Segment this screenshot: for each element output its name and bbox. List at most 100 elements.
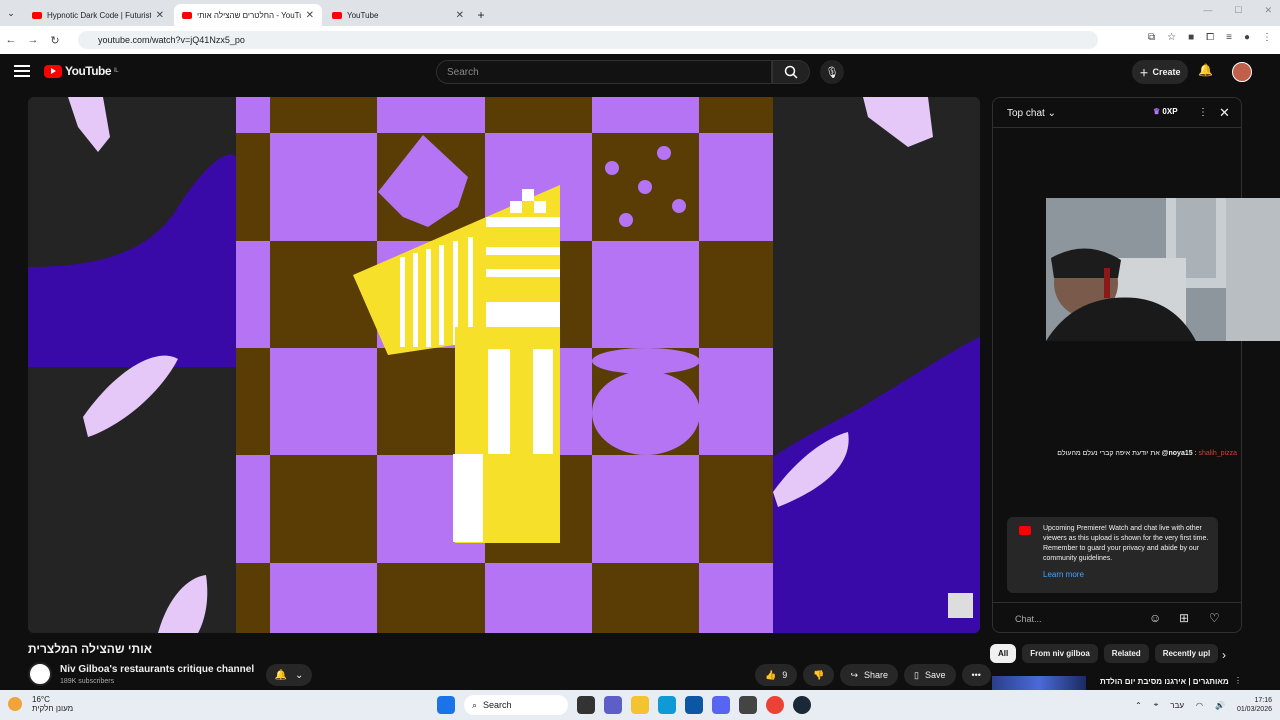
channel-watermark[interactable] bbox=[948, 593, 973, 618]
cast-icon[interactable]: ⧉ bbox=[1148, 32, 1155, 43]
create-button[interactable]: ＋ Create bbox=[1132, 60, 1188, 84]
chat-input[interactable]: Chat... bbox=[1015, 614, 1042, 624]
related-video-thumbnail[interactable] bbox=[992, 676, 1086, 690]
video-player[interactable] bbox=[28, 97, 980, 633]
plus-icon: ＋ bbox=[1139, 67, 1149, 78]
channel-avatar[interactable] bbox=[28, 662, 52, 686]
search-button[interactable] bbox=[772, 60, 810, 84]
close-tab-icon[interactable]: ✕ bbox=[156, 10, 164, 21]
more-actions-button[interactable]: ••• bbox=[961, 664, 991, 686]
dislike-button[interactable]: 👎 bbox=[803, 664, 835, 686]
youtube-favicon-icon bbox=[182, 11, 192, 19]
reload-icon[interactable]: ↻ bbox=[44, 34, 66, 47]
forward-icon[interactable]: → bbox=[22, 34, 44, 46]
checker-cell bbox=[485, 97, 592, 133]
chat-mode-dropdown[interactable]: Top chat ⌄ bbox=[1007, 108, 1056, 119]
thumbs-up-icon: 👍 bbox=[765, 669, 777, 680]
super-chat-icon[interactable]: ⊞ bbox=[1179, 611, 1189, 625]
media-icon[interactable]: ≡ bbox=[1226, 32, 1232, 43]
checker-cell bbox=[270, 348, 377, 455]
tab-title: החלטרים שהצילה אותי - YouTube bbox=[197, 10, 301, 20]
tab-search-button[interactable]: ⌄ bbox=[0, 0, 22, 26]
discord-icon[interactable] bbox=[712, 696, 730, 714]
clock[interactable]: 17:16 01/03/2026 bbox=[1237, 696, 1272, 714]
bookmark-star-icon[interactable]: ☆ bbox=[1167, 32, 1176, 43]
windows-start-icon[interactable] bbox=[437, 696, 455, 714]
file-explorer-icon[interactable] bbox=[631, 696, 649, 714]
volume-icon[interactable]: 🔊 bbox=[1215, 701, 1225, 710]
checker-cell bbox=[699, 348, 773, 455]
bookmark-icon: ▯ bbox=[914, 669, 919, 680]
learn-more-link[interactable]: Learn more bbox=[1043, 570, 1210, 580]
tray-chevron-icon[interactable]: ⌃ bbox=[1135, 701, 1142, 710]
url-field[interactable]: youtube.com/watch?v=jQ41Nzx5_po bbox=[78, 31, 1098, 49]
checker-cell bbox=[270, 133, 377, 241]
search-icon: ⌕ bbox=[472, 699, 478, 710]
extension-icon[interactable]: ■ bbox=[1188, 32, 1194, 43]
task-view-icon[interactable] bbox=[577, 696, 595, 714]
menu-hamburger-icon[interactable] bbox=[14, 65, 30, 77]
more-dots-icon: ••• bbox=[971, 670, 981, 680]
browser-tab[interactable]: YouTube ✕ bbox=[324, 4, 472, 26]
weather-text: מעונן חלקית bbox=[32, 704, 74, 713]
user-avatar[interactable] bbox=[1232, 62, 1252, 82]
heart-icon[interactable]: ♡ bbox=[1209, 611, 1220, 625]
address-bar-actions: ⧉ ☆ ■ ⧠ ≡ ● ⋮ bbox=[1148, 32, 1272, 43]
search-input[interactable]: Search bbox=[436, 60, 772, 84]
browser-tab-strip: ⌄ Hypnotic Dark Code | Futuristic ✕ החלט… bbox=[0, 0, 1280, 26]
extensions-puzzle-icon[interactable]: ⧠ bbox=[1206, 32, 1214, 43]
location-icon[interactable]: ⌖ bbox=[1154, 700, 1159, 710]
notifications-bell-icon[interactable]: 🔔 bbox=[1198, 63, 1213, 77]
chip-from-channel[interactable]: From niv gilboa bbox=[1022, 644, 1098, 663]
youtube-logo[interactable]: YouTube IL bbox=[44, 64, 119, 78]
subscription-bell-button[interactable]: 🔔 ⌄ bbox=[266, 664, 312, 686]
close-tab-icon[interactable]: ✕ bbox=[456, 10, 464, 21]
weather-widget[interactable]: 16°C מעונן חלקית bbox=[8, 695, 73, 713]
keyboard-language[interactable]: עבר bbox=[1170, 701, 1184, 710]
live-chat-panel: Top chat ⌄ ♛ 0XP ⋮ ✕ את יודעת איפה קברי … bbox=[992, 97, 1242, 633]
teams-icon[interactable] bbox=[604, 696, 622, 714]
chip-related[interactable]: Related bbox=[1103, 644, 1149, 663]
related-video-item[interactable]: מאותגרים | אירגנו מסיבת יום הולדת ⋮ bbox=[990, 674, 1242, 690]
chip-all[interactable]: All bbox=[990, 644, 1017, 663]
profile-icon[interactable]: ● bbox=[1244, 32, 1250, 43]
close-chat-icon[interactable]: ✕ bbox=[1219, 105, 1230, 121]
like-button[interactable]: 👍 9 bbox=[755, 664, 798, 686]
browser-tab[interactable]: Hypnotic Dark Code | Futuristic ✕ bbox=[24, 4, 172, 26]
back-icon[interactable]: ← bbox=[0, 34, 22, 46]
new-tab-button[interactable]: + bbox=[472, 4, 490, 26]
checker-cell bbox=[485, 563, 592, 633]
store-icon[interactable] bbox=[685, 696, 703, 714]
close-tab-icon[interactable]: ✕ bbox=[306, 10, 314, 21]
like-count: 9 bbox=[782, 670, 788, 680]
chevron-right-icon[interactable]: › bbox=[1222, 648, 1226, 662]
chat-options-icon[interactable]: ⋮ bbox=[1198, 107, 1208, 118]
checker-cell bbox=[236, 97, 270, 133]
related-video-title[interactable]: מאותגרים | אירגנו מסיבת יום הולדת bbox=[1100, 677, 1229, 686]
browser-tab-active[interactable]: החלטרים שהצילה אותי - YouTube ✕ bbox=[174, 4, 322, 26]
video-frame-artwork bbox=[28, 97, 980, 633]
taskbar-search[interactable]: ⌕ Search bbox=[464, 695, 568, 715]
channel-name[interactable]: Niv Gilboa's restaurants critique channe… bbox=[60, 664, 254, 675]
steam-icon[interactable] bbox=[793, 696, 811, 714]
minimize-icon[interactable]: — bbox=[1203, 5, 1212, 16]
windows-taskbar: 16°C מעונן חלקית ⌕ Search ⌃ ⌖ עבר ◠ 🔊 17… bbox=[0, 690, 1280, 720]
wifi-icon[interactable]: ◠ bbox=[1196, 701, 1203, 710]
webcam-person-image bbox=[1046, 198, 1280, 341]
xp-badge[interactable]: ♛ 0XP bbox=[1153, 107, 1178, 116]
close-window-icon[interactable]: ✕ bbox=[1264, 5, 1272, 16]
emoji-icon[interactable]: ☺ bbox=[1149, 611, 1161, 625]
app-icon[interactable] bbox=[739, 696, 757, 714]
more-dots-icon[interactable]: ⋮ bbox=[1234, 676, 1242, 685]
edge-icon[interactable] bbox=[658, 696, 676, 714]
chip-recently-uploaded[interactable]: Recently upl bbox=[1154, 644, 1219, 663]
save-button[interactable]: ▯ Save bbox=[904, 664, 956, 686]
share-button[interactable]: ↪ Share bbox=[840, 664, 899, 686]
chat-username[interactable]: shalih_pizza bbox=[1198, 450, 1237, 457]
browser-menu-icon[interactable]: ⋮ bbox=[1262, 32, 1272, 43]
voice-search-mic-icon[interactable]: 🎙 bbox=[820, 60, 844, 84]
clock-date: 01/03/2026 bbox=[1236, 706, 1272, 713]
checker-cell bbox=[236, 348, 270, 455]
maximize-icon[interactable]: ☐ bbox=[1234, 5, 1242, 16]
chrome-icon[interactable] bbox=[766, 696, 784, 714]
